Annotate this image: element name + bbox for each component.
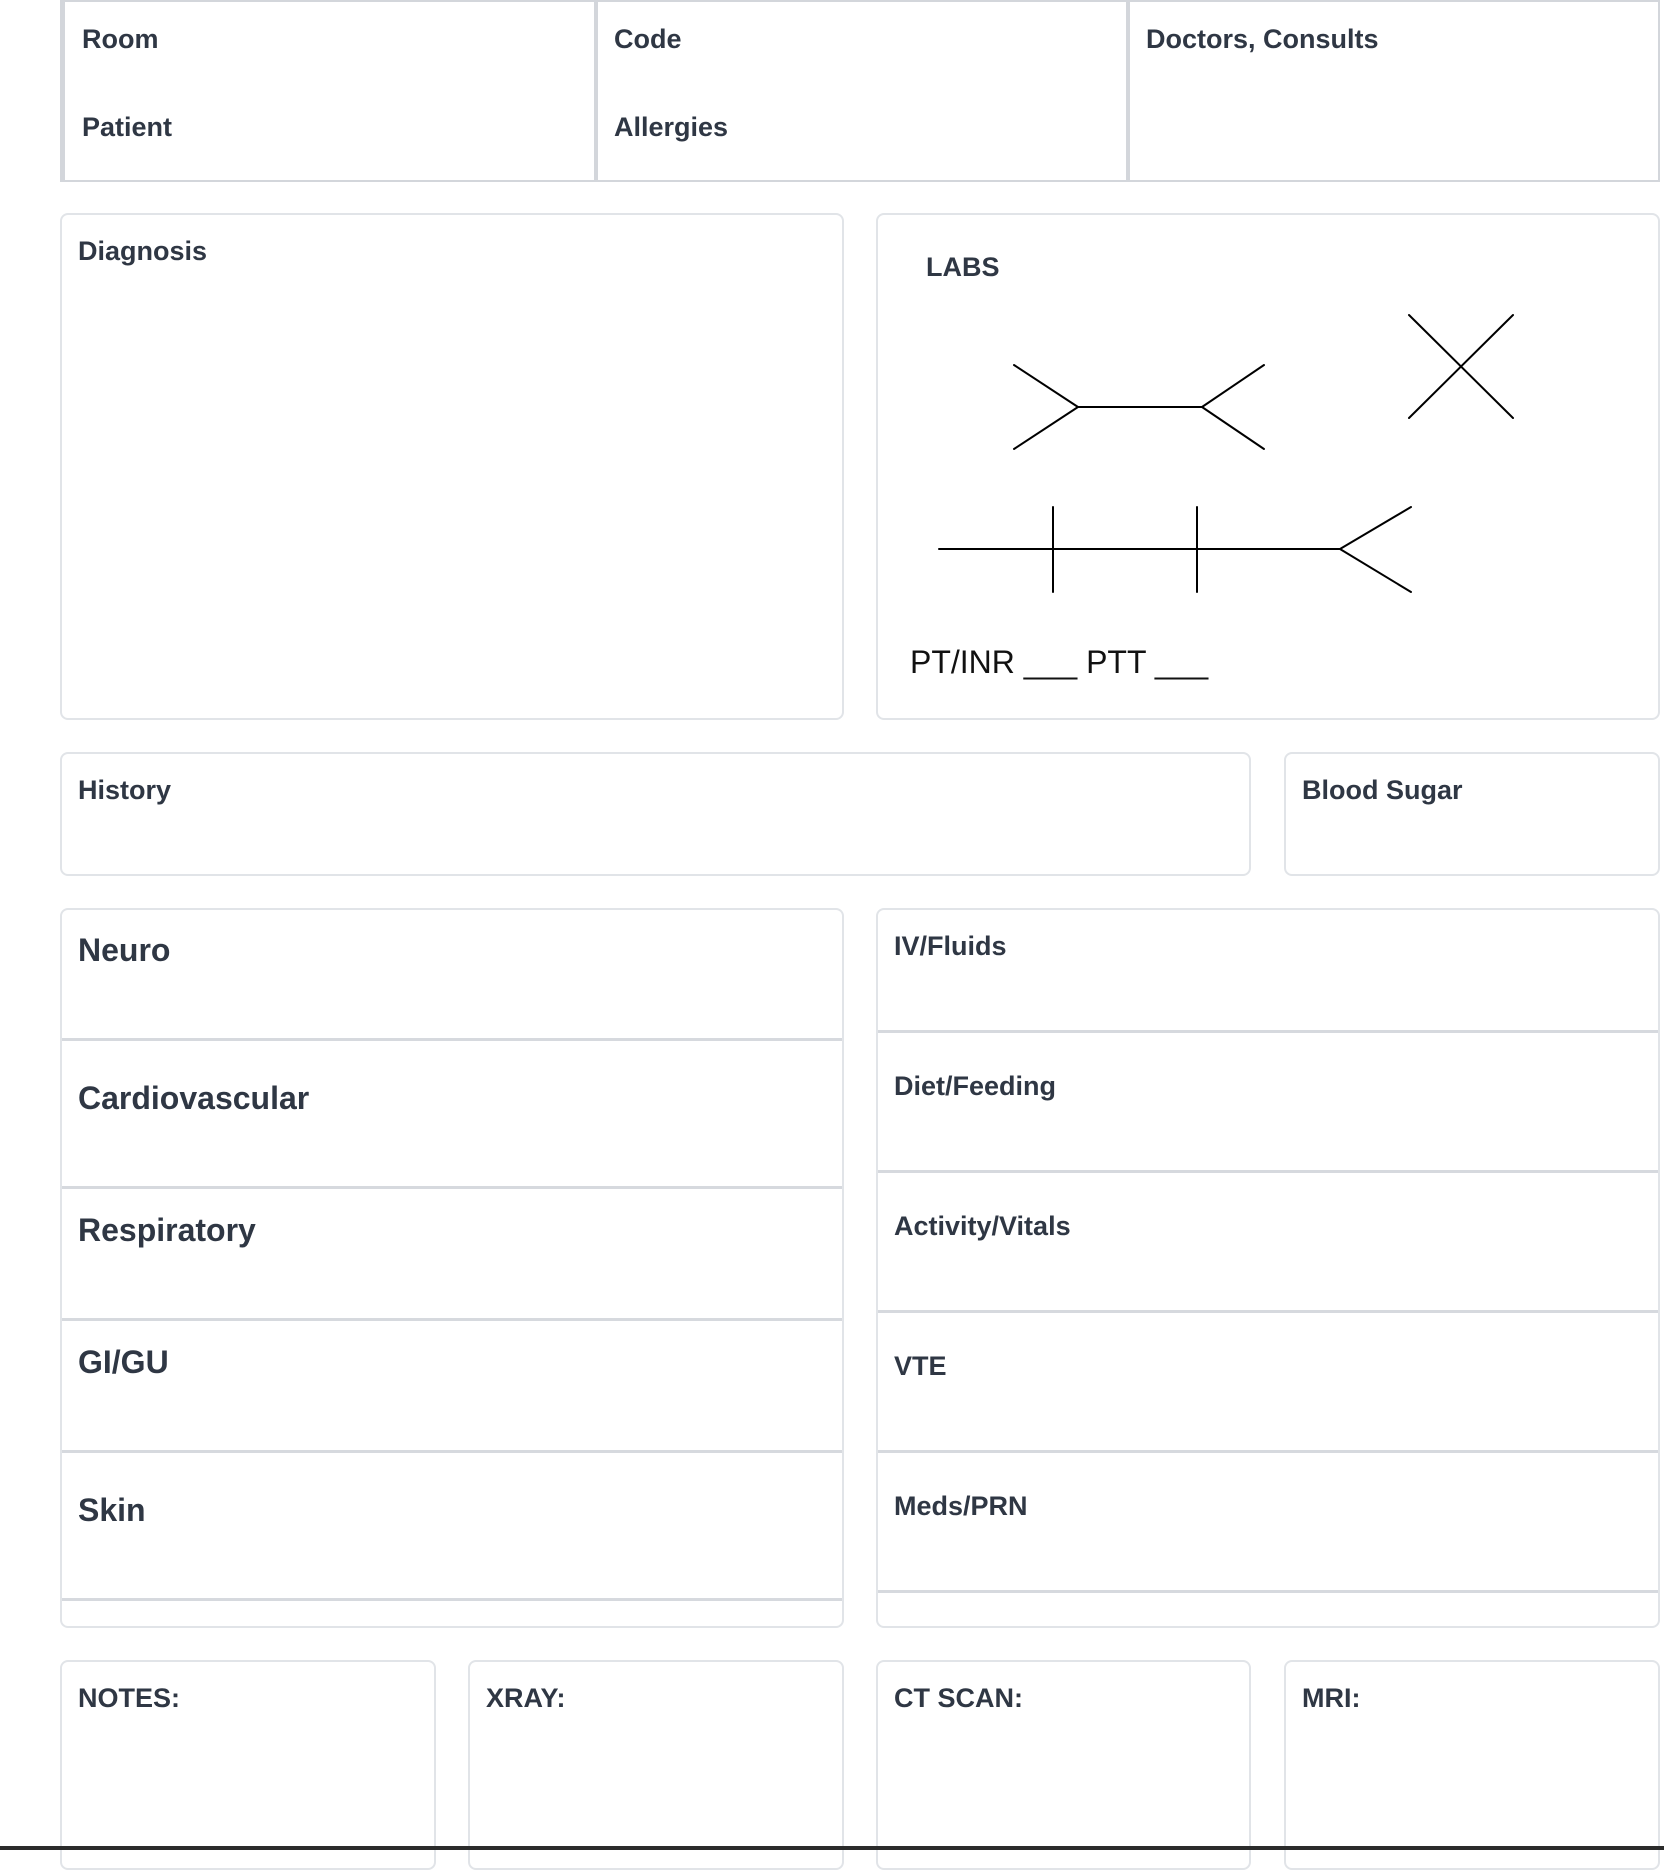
care-iv-fluids-label: IV/Fluids <box>894 931 1007 961</box>
care-separator <box>878 1170 1658 1173</box>
care-separator <box>878 1590 1658 1593</box>
care-separator <box>878 1450 1658 1453</box>
systems-separator <box>62 1450 842 1453</box>
xray-label: XRAY: <box>486 1683 566 1713</box>
electrolyte-fishbone-icon <box>1013 364 1265 450</box>
notes-label: NOTES: <box>78 1683 181 1713</box>
system-cardiovascular-label: Cardiovascular <box>78 1080 310 1116</box>
mri-label: MRI: <box>1302 1683 1361 1713</box>
systems-separator <box>62 1038 842 1041</box>
cbc-cross-icon <box>1408 314 1514 419</box>
systems-box[interactable] <box>60 908 844 1628</box>
page-bottom-edge <box>0 1846 1664 1850</box>
history-box[interactable] <box>60 752 1251 876</box>
systems-separator <box>62 1318 842 1321</box>
blood-sugar-box[interactable] <box>1284 752 1660 876</box>
blood-sugar-label: Blood Sugar <box>1302 775 1463 805</box>
systems-separator <box>62 1186 842 1189</box>
care-meds-prn-label: Meds/PRN <box>894 1491 1028 1521</box>
pt-inr-ptt-line: PT/INR ___ PTT ___ <box>910 644 1209 680</box>
care-separator <box>878 1310 1658 1313</box>
care-vte-label: VTE <box>894 1351 947 1381</box>
ct-scan-label: CT SCAN: <box>894 1683 1023 1713</box>
systems-separator <box>62 1598 842 1601</box>
care-activity-vitals-label: Activity/Vitals <box>894 1211 1071 1241</box>
system-neuro-label: Neuro <box>78 932 171 968</box>
system-skin-label: Skin <box>78 1492 146 1528</box>
care-diet-feeding-label: Diet/Feeding <box>894 1071 1057 1101</box>
lab-skeleton-icon <box>938 506 1412 593</box>
care-separator <box>878 1030 1658 1033</box>
system-respiratory-label: Respiratory <box>78 1212 256 1248</box>
history-label: History <box>78 775 172 805</box>
system-gigu-label: GI/GU <box>78 1344 169 1380</box>
